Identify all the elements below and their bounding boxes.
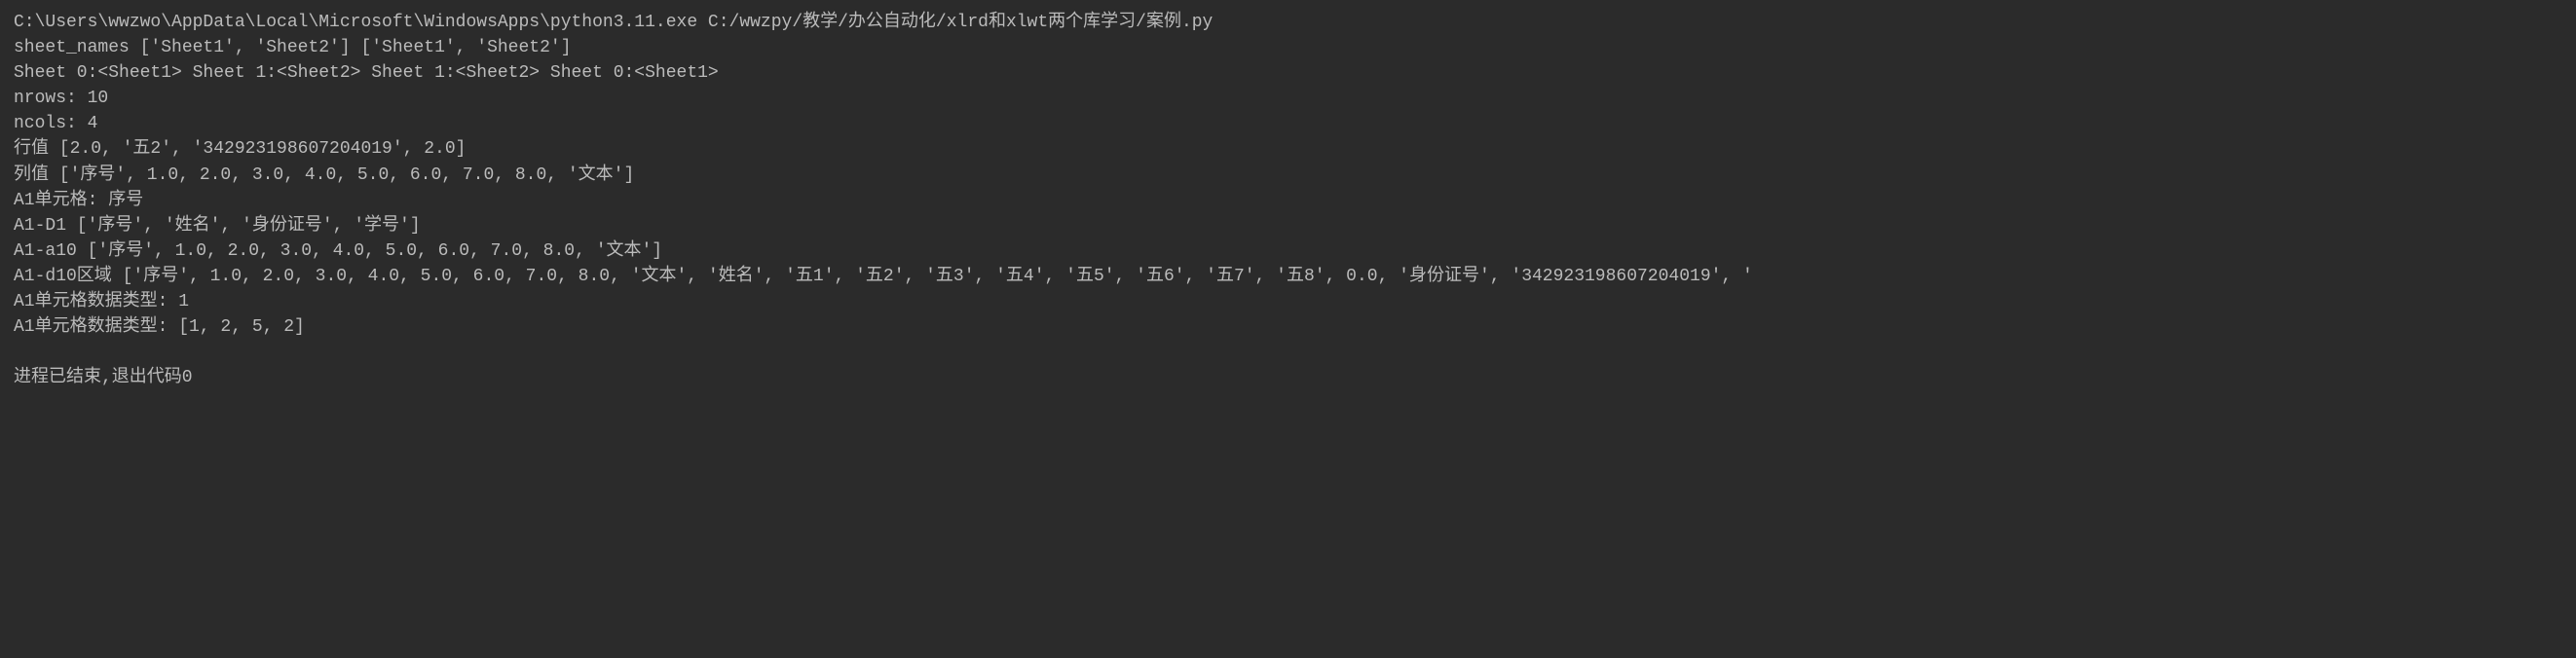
console-output: C:\Users\wwzwo\AppData\Local\Microsoft\W… [14, 10, 2562, 390]
console-line: C:\Users\wwzwo\AppData\Local\Microsoft\W… [14, 10, 2562, 35]
console-line: 行值 [2.0, '五2', '342923198607204019', 2.0… [14, 136, 2562, 162]
console-line: A1-D1 ['序号', '姓名', '身份证号', '学号'] [14, 213, 2562, 238]
console-line: A1单元格数据类型: [1, 2, 5, 2] [14, 314, 2562, 340]
console-line: A1-a10 ['序号', 1.0, 2.0, 3.0, 4.0, 5.0, 6… [14, 238, 2562, 264]
console-line: A1单元格数据类型: 1 [14, 289, 2562, 314]
console-line: ncols: 4 [14, 111, 2562, 136]
console-line: nrows: 10 [14, 86, 2562, 111]
console-line: 列值 ['序号', 1.0, 2.0, 3.0, 4.0, 5.0, 6.0, … [14, 163, 2562, 188]
console-line: A1-d10区域 ['序号', 1.0, 2.0, 3.0, 4.0, 5.0,… [14, 264, 2562, 289]
console-line: A1单元格: 序号 [14, 188, 2562, 213]
exit-message: 进程已结束,退出代码0 [14, 365, 2562, 390]
console-line: Sheet 0:<Sheet1> Sheet 1:<Sheet2> Sheet … [14, 60, 2562, 86]
console-line: sheet_names ['Sheet1', 'Sheet2'] ['Sheet… [14, 35, 2562, 60]
